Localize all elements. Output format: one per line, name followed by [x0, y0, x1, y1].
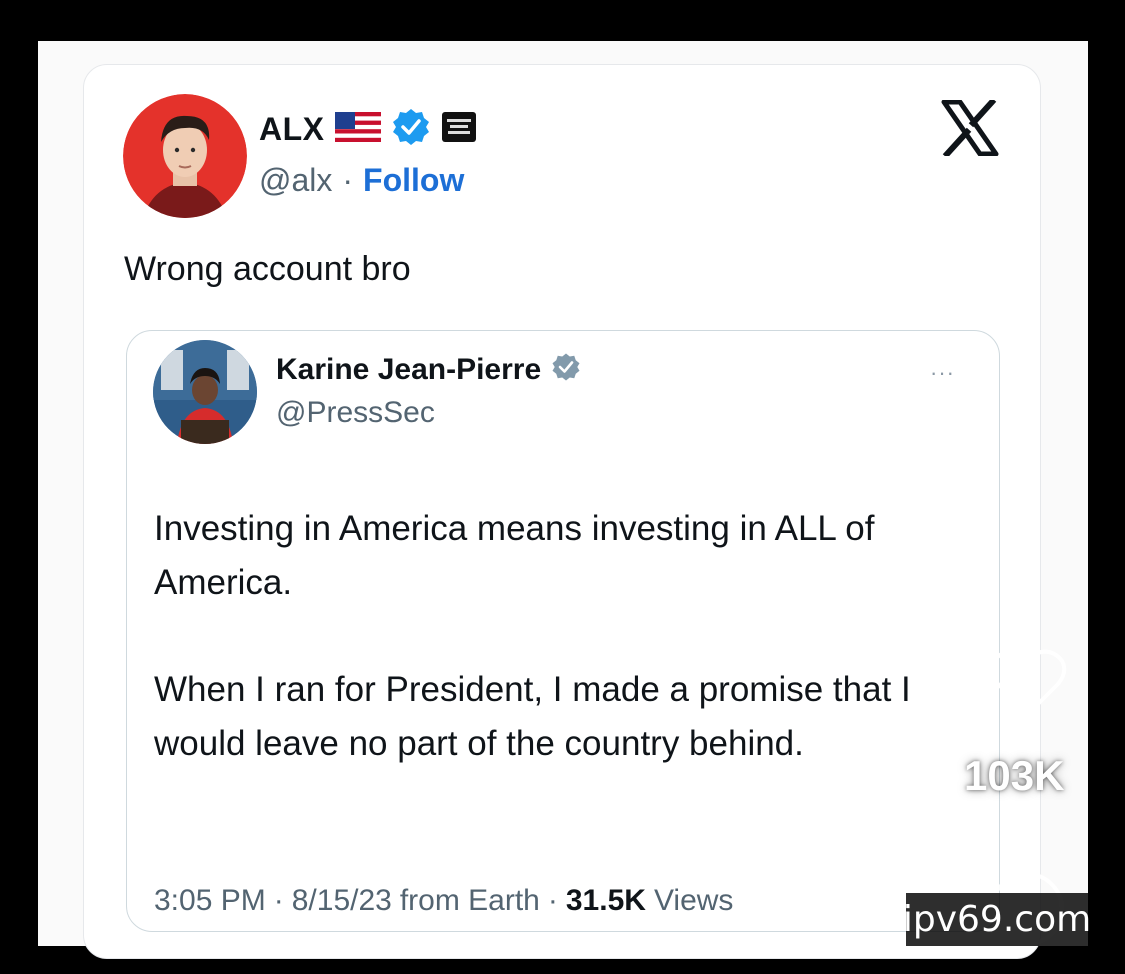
quoted-paragraph-2: When I ran for President, I made a promi… [154, 670, 911, 763]
quoted-paragraph-1: Investing in America means investing in … [154, 509, 875, 602]
author-name-row: ALX [259, 106, 477, 152]
author-handle[interactable]: @alx [259, 162, 332, 199]
quoted-tweet[interactable] [126, 330, 1000, 932]
separator-dot: · [342, 162, 354, 198]
author-handle-row: @alx · Follow [259, 162, 464, 199]
quoted-author-handle[interactable]: @PressSec [276, 396, 435, 430]
views-label: Views [653, 884, 734, 917]
meta-separator: · [547, 884, 558, 917]
follow-button[interactable]: Follow [363, 162, 464, 199]
views-count: 31.5K [565, 884, 646, 917]
us-flag-icon [334, 111, 381, 147]
quoted-author-name[interactable]: Karine Jean-Pierre [276, 353, 541, 387]
like-count: 103K [964, 752, 1065, 799]
meta-separator: · [273, 884, 284, 917]
tweet-text: Wrong account bro [124, 250, 411, 288]
verified-badge-icon [391, 107, 431, 152]
tweet-source: from Earth [399, 884, 540, 917]
quoted-name-row: Karine Jean-Pierre [276, 352, 581, 387]
gray-verified-badge-icon [551, 352, 581, 387]
x-logo-icon[interactable] [940, 97, 1000, 159]
more-options-icon[interactable]: ··· [930, 360, 955, 386]
author-name[interactable]: ALX [259, 111, 325, 148]
quoted-author-avatar[interactable] [153, 340, 257, 444]
watermark: ipv69.com [903, 893, 1091, 946]
heart-icon[interactable] [988, 648, 1068, 720]
affiliate-badge-icon [441, 111, 477, 148]
tweet-time[interactable]: 3:05 PM [154, 884, 266, 918]
quoted-meta: 3:05 PM · 8/15/23 from Earth · 31.5K Vie… [154, 884, 733, 918]
tweet-date[interactable]: 8/15/23 [292, 884, 392, 918]
author-avatar[interactable] [123, 94, 247, 218]
